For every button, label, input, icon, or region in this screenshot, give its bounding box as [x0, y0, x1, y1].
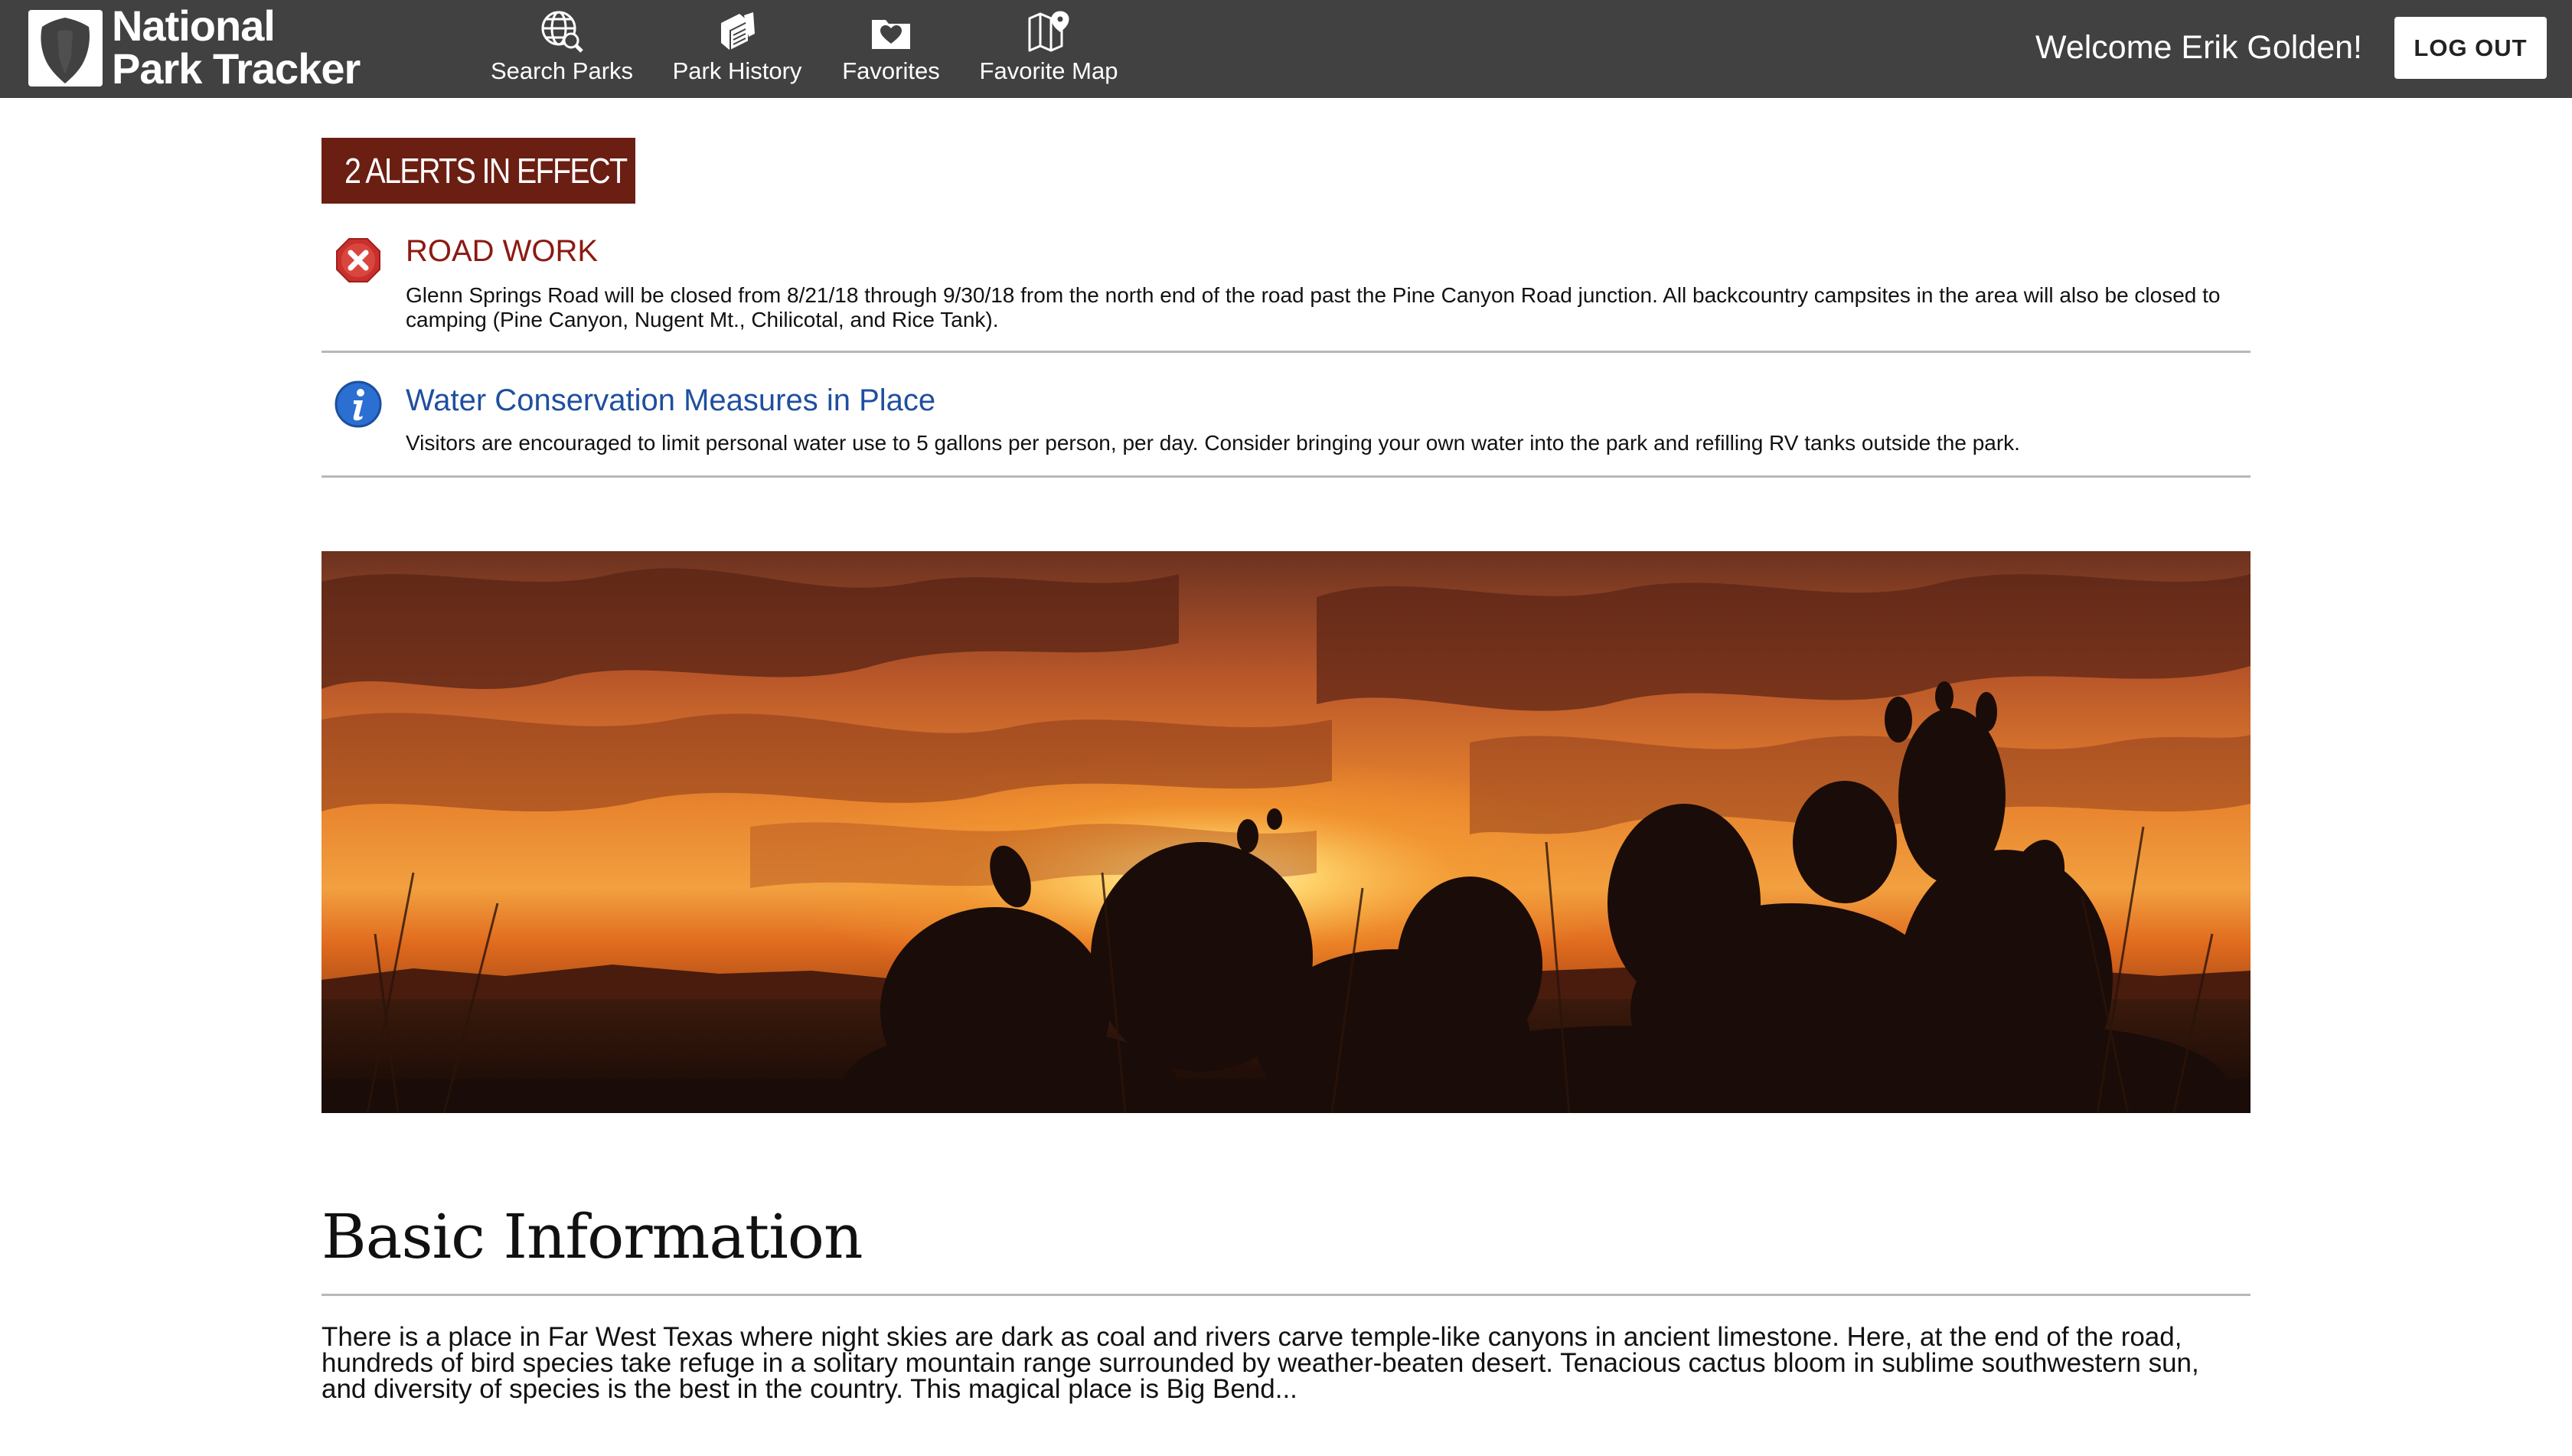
arrowhead-logo-icon[interactable] [28, 10, 103, 87]
nav-favorites-label: Favorites [842, 57, 940, 84]
globe-search-icon [538, 8, 586, 55]
basic-info-description: There is a place in Far West Texas where… [322, 1322, 2199, 1404]
nav-park-history-label: Park History [672, 57, 802, 84]
alert-body: Visitors are encouraged to limit persona… [406, 431, 2020, 455]
brand-title[interactable]: National Park Tracker [112, 2, 361, 93]
top-navbar: National Park Tracker Search Parks Park … [0, 0, 2572, 98]
alerts-count-label: 2 ALERTS IN EFFECT [344, 151, 628, 191]
alert-item-danger: ROAD WORK Glenn Springs Road will be clo… [322, 222, 2250, 353]
brand-line-1: National [112, 2, 276, 50]
alert-title: ROAD WORK [406, 234, 599, 268]
info-circle-icon [334, 380, 383, 429]
nav-search-parks[interactable]: Search Parks [481, 0, 643, 98]
basic-info-heading: Basic Information [322, 1201, 863, 1272]
welcome-message: Welcome Erik Golden! [2035, 29, 2362, 66]
map-pin-icon [1025, 8, 1072, 55]
close-circle-icon [334, 236, 383, 285]
nav-favorite-map-label: Favorite Map [979, 57, 1118, 84]
alert-item-info: Water Conservation Measures in Place Vis… [322, 353, 2250, 478]
alerts-count-badge: 2 ALERTS IN EFFECT [322, 138, 635, 204]
logout-button[interactable]: LOG OUT [2394, 17, 2547, 79]
nav-park-history[interactable]: Park History [658, 0, 816, 98]
nav-search-parks-label: Search Parks [490, 57, 634, 84]
alert-body: Glenn Springs Road will be closed from 8… [406, 283, 2221, 331]
nav-favorite-map[interactable]: Favorite Map [966, 0, 1131, 98]
section-divider [322, 1294, 2250, 1296]
park-hero-image [322, 551, 2250, 1113]
alert-title: Water Conservation Measures in Place [406, 384, 936, 417]
books-icon [713, 8, 761, 55]
nav-favorites[interactable]: Favorites [830, 0, 952, 98]
brand-line-2: Park Tracker [112, 44, 361, 93]
heart-folder-icon [867, 8, 915, 55]
